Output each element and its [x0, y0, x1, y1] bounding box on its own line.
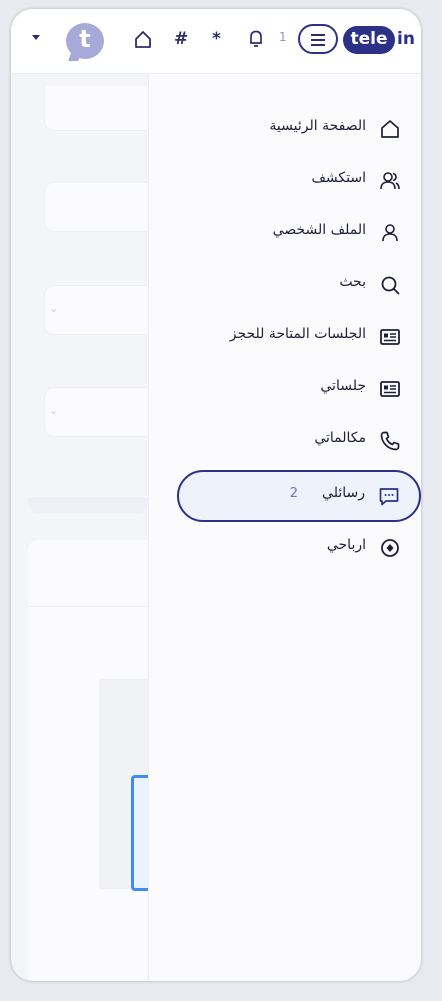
drawer-item-profile[interactable]: الملف الشخصي — [149, 211, 421, 255]
side-drawer: الصفحة الرئيسية استكشف الملف الشخصي بحث — [148, 74, 421, 981]
logo-pill: tele — [343, 26, 395, 54]
presentation-icon — [378, 377, 402, 401]
user-icon — [378, 221, 402, 245]
logo-suffix: in — [397, 29, 415, 49]
drawer-item-label: مكالماتي — [314, 430, 366, 446]
chevron-down-icon: ⌄ — [49, 404, 59, 417]
avatar[interactable]: t — [66, 23, 104, 61]
divider — [28, 606, 148, 607]
presentation-icon — [378, 325, 402, 349]
caret-down-icon[interactable] — [32, 35, 40, 40]
drawer-item-my-sessions[interactable]: جلساتي — [149, 367, 421, 411]
drawer-item-label: جلساتي — [320, 378, 366, 394]
notification-count: 1 — [279, 30, 287, 44]
home-icon — [378, 117, 402, 141]
drawer-item-home[interactable]: الصفحة الرئيسية — [149, 107, 421, 151]
drawer-item-explore[interactable]: استكشف — [149, 159, 421, 203]
background-card-edge — [28, 497, 148, 513]
logo-word: tele — [350, 29, 388, 49]
chevron-down-icon: ⌄ — [49, 302, 59, 315]
background-select — [44, 285, 156, 335]
drawer-item-available-sessions[interactable]: الجلسات المتاحة للحجز — [149, 315, 421, 359]
drawer-item-label: استكشف — [311, 170, 366, 186]
app-frame: t # * 1 tele in ⌄ ⌄ الصفحة الرئيسية استك… — [11, 9, 421, 981]
drawer-item-label: الجلسات المتاحة للحجز — [229, 326, 366, 342]
drawer-item-label: ارباحي — [326, 537, 366, 553]
background-card — [44, 86, 156, 131]
avatar-letter: t — [79, 25, 91, 53]
phone-icon — [378, 429, 402, 453]
menu-icon-line — [311, 44, 325, 46]
message-icon — [377, 484, 401, 508]
drawer-item-search[interactable]: بحث — [149, 263, 421, 307]
background-field — [44, 182, 156, 232]
unread-count-badge: 2 — [289, 486, 298, 501]
hash-icon[interactable]: # — [174, 27, 188, 51]
menu-icon-line — [311, 39, 325, 41]
drawer-item-my-calls[interactable]: مكالماتي — [149, 419, 421, 463]
top-bar: t # * 1 tele in — [11, 9, 421, 74]
asterisk-icon[interactable]: * — [212, 27, 221, 51]
coin-icon — [378, 536, 402, 560]
drawer-item-label: الملف الشخصي — [272, 222, 366, 238]
users-icon — [378, 169, 402, 193]
background-page: ⌄ ⌄ — [11, 74, 156, 981]
bell-icon[interactable] — [248, 27, 264, 51]
background-select — [44, 387, 156, 437]
drawer-item-label: الصفحة الرئيسية — [269, 118, 366, 134]
drawer-item-my-messages[interactable]: رسائلي 2 — [177, 470, 421, 522]
menu-button[interactable] — [298, 24, 338, 54]
drawer-item-my-earnings[interactable]: ارباحي — [149, 526, 421, 570]
menu-icon — [311, 34, 325, 36]
search-icon — [378, 273, 402, 297]
drawer-item-label: بحث — [339, 274, 366, 290]
home-icon[interactable] — [134, 27, 152, 51]
drawer-item-label: رسائلي — [322, 485, 365, 501]
